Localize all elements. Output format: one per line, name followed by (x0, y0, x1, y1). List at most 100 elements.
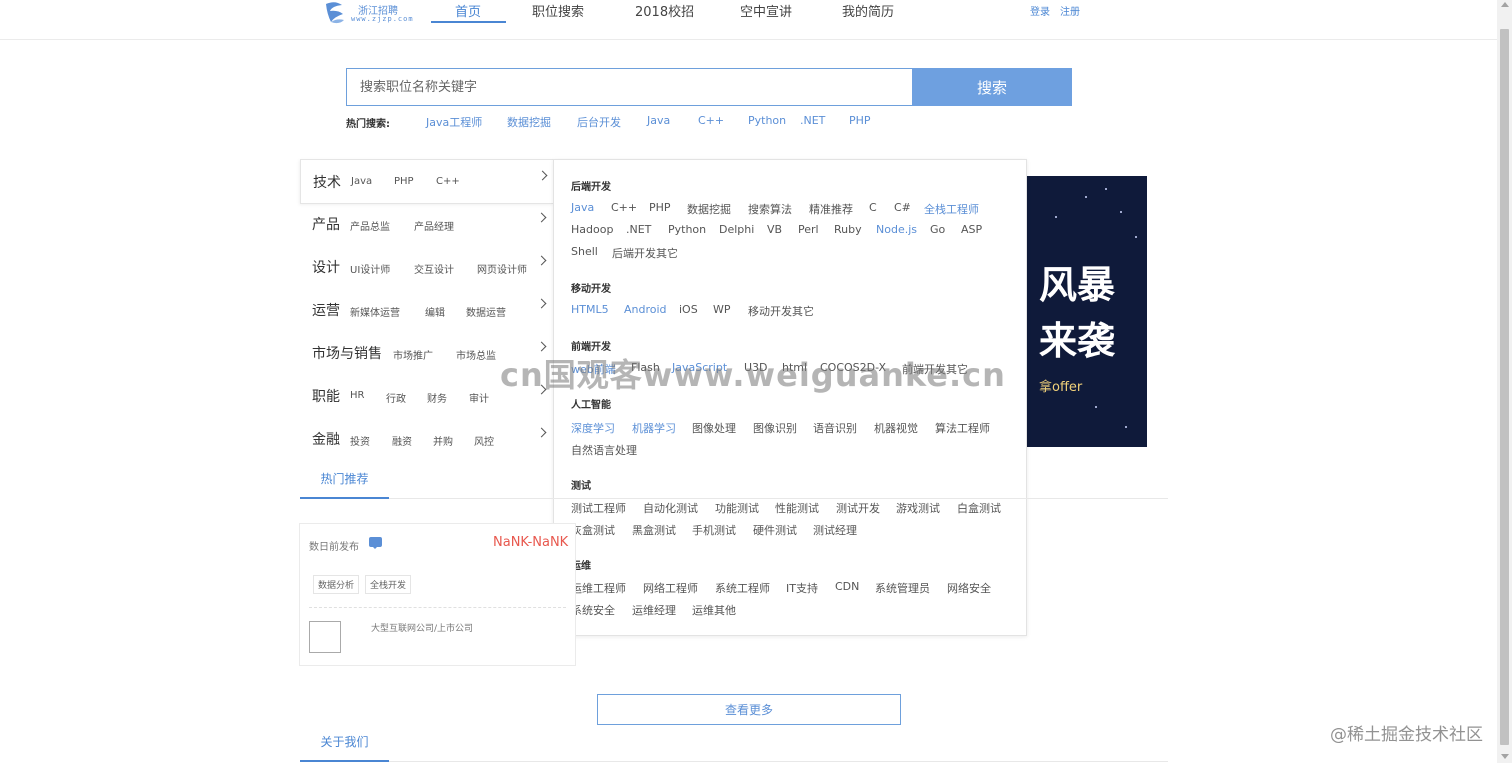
keyword-link[interactable]: 搜索算法 (748, 201, 792, 217)
keyword-link[interactable]: 系统工程师 (715, 580, 770, 596)
keyword-link[interactable]: 测试工程师 (571, 500, 626, 516)
keyword-link[interactable]: VB (767, 223, 782, 236)
keyword-link[interactable]: ASP (961, 223, 982, 236)
category-sub[interactable]: 产品总监 (350, 218, 390, 233)
category-sub[interactable]: 产品经理 (414, 218, 454, 233)
category-sub[interactable]: UI设计师 (350, 261, 390, 276)
keyword-link[interactable]: 测试开发 (836, 500, 880, 516)
keyword-link[interactable]: Ruby (834, 223, 862, 236)
category-sub[interactable]: Java (351, 176, 372, 187)
keyword-link[interactable]: 系统安全 (571, 602, 615, 618)
hot-keyword[interactable]: Java (647, 114, 670, 127)
category-sub[interactable]: 市场推广 (393, 347, 433, 362)
keyword-link[interactable]: IT支持 (786, 580, 818, 596)
nav-home[interactable]: 首页 (455, 1, 481, 20)
category-finance[interactable]: 金融 投资 融资 并购 风控 (300, 417, 553, 460)
category-sub[interactable]: 并购 (433, 433, 453, 448)
register-link[interactable]: 注册 (1060, 3, 1080, 18)
category-design[interactable]: 设计 UI设计师 交互设计 网页设计师 (300, 245, 553, 288)
nav-my-resume[interactable]: 我的简历 (842, 1, 894, 20)
tab-hot-recommend[interactable]: 热门推荐 (300, 470, 389, 498)
hot-keyword[interactable]: Python (748, 114, 786, 127)
keyword-link[interactable]: 图像识别 (753, 420, 797, 436)
keyword-link[interactable]: 算法工程师 (935, 420, 990, 436)
category-operations[interactable]: 运营 新媒体运营 编辑 数据运营 (300, 288, 553, 331)
category-product[interactable]: 产品 产品总监 产品经理 (300, 202, 553, 245)
keyword-link[interactable]: 功能测试 (715, 500, 759, 516)
keyword-link[interactable]: 游戏测试 (896, 500, 940, 516)
category-sub[interactable]: 交互设计 (414, 261, 454, 276)
keyword-link[interactable]: 精准推荐 (809, 201, 853, 217)
keyword-link[interactable]: 手机测试 (692, 522, 736, 538)
keyword-link[interactable]: 后端开发其它 (612, 245, 678, 261)
category-sub[interactable]: 网页设计师 (477, 261, 527, 276)
keyword-link[interactable]: 灰盒测试 (571, 522, 615, 538)
keyword-link[interactable]: 语音识别 (813, 420, 857, 436)
keyword-link[interactable]: 运维其他 (692, 602, 736, 618)
promo-banner[interactable]: 风暴 来袭 拿offer (1025, 176, 1147, 447)
keyword-link[interactable]: CDN (835, 580, 859, 593)
keyword-link[interactable]: Delphi (719, 223, 754, 236)
keyword-link[interactable]: C (869, 201, 877, 214)
category-tech[interactable]: 技术 Java PHP C++ (300, 159, 554, 204)
job-card[interactable]: 数日前发布 NaNK-NaNK 数据分析 全栈开发 大型互联网公司/上市公司 (299, 523, 576, 666)
keyword-link[interactable]: 自然语言处理 (571, 442, 637, 458)
keyword-link[interactable]: 运维工程师 (571, 580, 626, 596)
nav-air-lecture[interactable]: 空中宣讲 (740, 1, 792, 20)
search-input[interactable] (346, 68, 912, 106)
scroll-down-arrow-icon[interactable] (1500, 754, 1509, 759)
keyword-link[interactable]: Python (668, 223, 706, 236)
category-sub[interactable]: 编辑 (425, 304, 445, 319)
hot-keyword[interactable]: 后台开发 (577, 114, 621, 130)
keyword-link[interactable]: Hadoop (571, 223, 613, 236)
nav-campus[interactable]: 2018校招 (635, 1, 694, 20)
category-sub[interactable]: 市场总监 (456, 347, 496, 362)
keyword-link[interactable]: 系统管理员 (875, 580, 930, 596)
keyword-link[interactable]: Android (624, 303, 667, 316)
category-sub[interactable]: PHP (394, 176, 414, 187)
view-more-button[interactable]: 查看更多 (597, 694, 901, 725)
tab-about-us[interactable]: 关于我们 (300, 733, 389, 761)
scrollbar-thumb[interactable] (1500, 29, 1509, 745)
keyword-link[interactable]: C# (894, 201, 911, 214)
keyword-link[interactable]: 移动开发其它 (748, 303, 814, 319)
keyword-link[interactable]: 数据挖掘 (687, 201, 731, 217)
category-sub[interactable]: 新媒体运营 (350, 304, 400, 319)
scroll-up-arrow-icon[interactable] (1500, 2, 1509, 7)
keyword-link[interactable]: 全栈工程师 (924, 201, 979, 217)
keyword-link[interactable]: 机器学习 (632, 420, 676, 436)
keyword-link[interactable]: Java (571, 201, 594, 214)
keyword-link[interactable]: WP (713, 303, 731, 316)
keyword-link[interactable]: iOS (679, 303, 698, 316)
keyword-link[interactable]: PHP (649, 201, 671, 214)
keyword-link[interactable]: 性能测试 (775, 500, 819, 516)
keyword-link[interactable]: 网络工程师 (643, 580, 698, 596)
keyword-link[interactable]: 硬件测试 (753, 522, 797, 538)
keyword-link[interactable]: 黑盒测试 (632, 522, 676, 538)
keyword-link[interactable]: Node.js (876, 223, 917, 236)
hot-keyword[interactable]: 数据挖掘 (507, 114, 551, 130)
keyword-link[interactable]: Go (930, 223, 945, 236)
category-sub[interactable]: 风控 (474, 433, 494, 448)
category-sub[interactable]: HR (350, 390, 364, 401)
keyword-link[interactable]: 运维经理 (632, 602, 676, 618)
hot-keyword[interactable]: Java工程师 (426, 114, 482, 130)
category-sub[interactable]: 数据运营 (466, 304, 506, 319)
hot-keyword[interactable]: C++ (698, 114, 724, 127)
category-sub[interactable]: 投资 (350, 433, 370, 448)
keyword-link[interactable]: HTML5 (571, 303, 609, 316)
chat-icon[interactable] (369, 537, 382, 549)
keyword-link[interactable]: 网络安全 (947, 580, 991, 596)
category-sub[interactable]: C++ (436, 176, 460, 187)
login-link[interactable]: 登录 (1030, 3, 1050, 18)
keyword-link[interactable]: 机器视觉 (874, 420, 918, 436)
hot-keyword[interactable]: PHP (849, 114, 871, 127)
search-button[interactable]: 搜索 (912, 68, 1072, 106)
nav-job-search[interactable]: 职位搜索 (532, 1, 584, 20)
logo-icon[interactable] (322, 0, 348, 26)
category-sub[interactable]: 财务 (427, 390, 447, 405)
keyword-link[interactable]: 深度学习 (571, 420, 615, 436)
category-sub[interactable]: 审计 (469, 390, 489, 405)
keyword-link[interactable]: 图像处理 (692, 420, 736, 436)
keyword-link[interactable]: 自动化测试 (643, 500, 698, 516)
